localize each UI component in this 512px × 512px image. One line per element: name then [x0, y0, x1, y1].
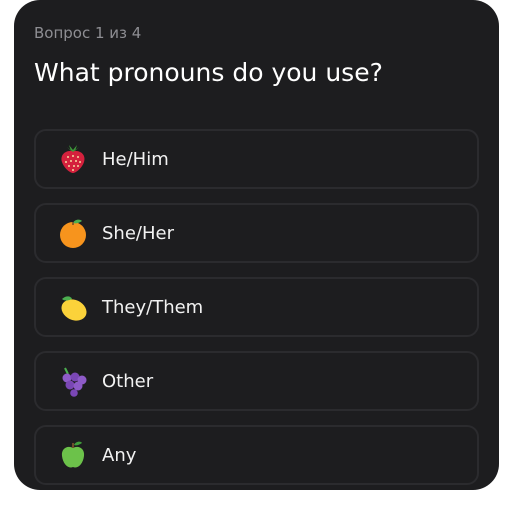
option-label: He/Him — [102, 148, 169, 170]
strawberry-icon — [58, 143, 88, 175]
question-card: Вопрос 1 из 4 What pronouns do you use? — [14, 0, 499, 490]
lemon-icon — [58, 291, 88, 323]
option-label: They/Them — [102, 296, 204, 318]
option-label: Any — [102, 444, 137, 466]
option-she-her[interactable]: She/Her — [34, 203, 479, 263]
apple-icon — [58, 439, 88, 471]
option-any[interactable]: Any — [34, 425, 479, 485]
question-counter: Вопрос 1 из 4 — [34, 24, 142, 42]
grapes-icon — [58, 365, 88, 397]
option-they-them[interactable]: They/Them — [34, 277, 479, 337]
option-label: Other — [102, 370, 154, 392]
option-other[interactable]: Other — [34, 351, 479, 411]
answer-options: He/Him She/Her They/Them Other Any — [34, 129, 479, 499]
question-title: What pronouns do you use? — [34, 58, 383, 87]
option-label: She/Her — [102, 222, 174, 244]
option-he-him[interactable]: He/Him — [34, 129, 479, 189]
orange-icon — [58, 217, 88, 249]
